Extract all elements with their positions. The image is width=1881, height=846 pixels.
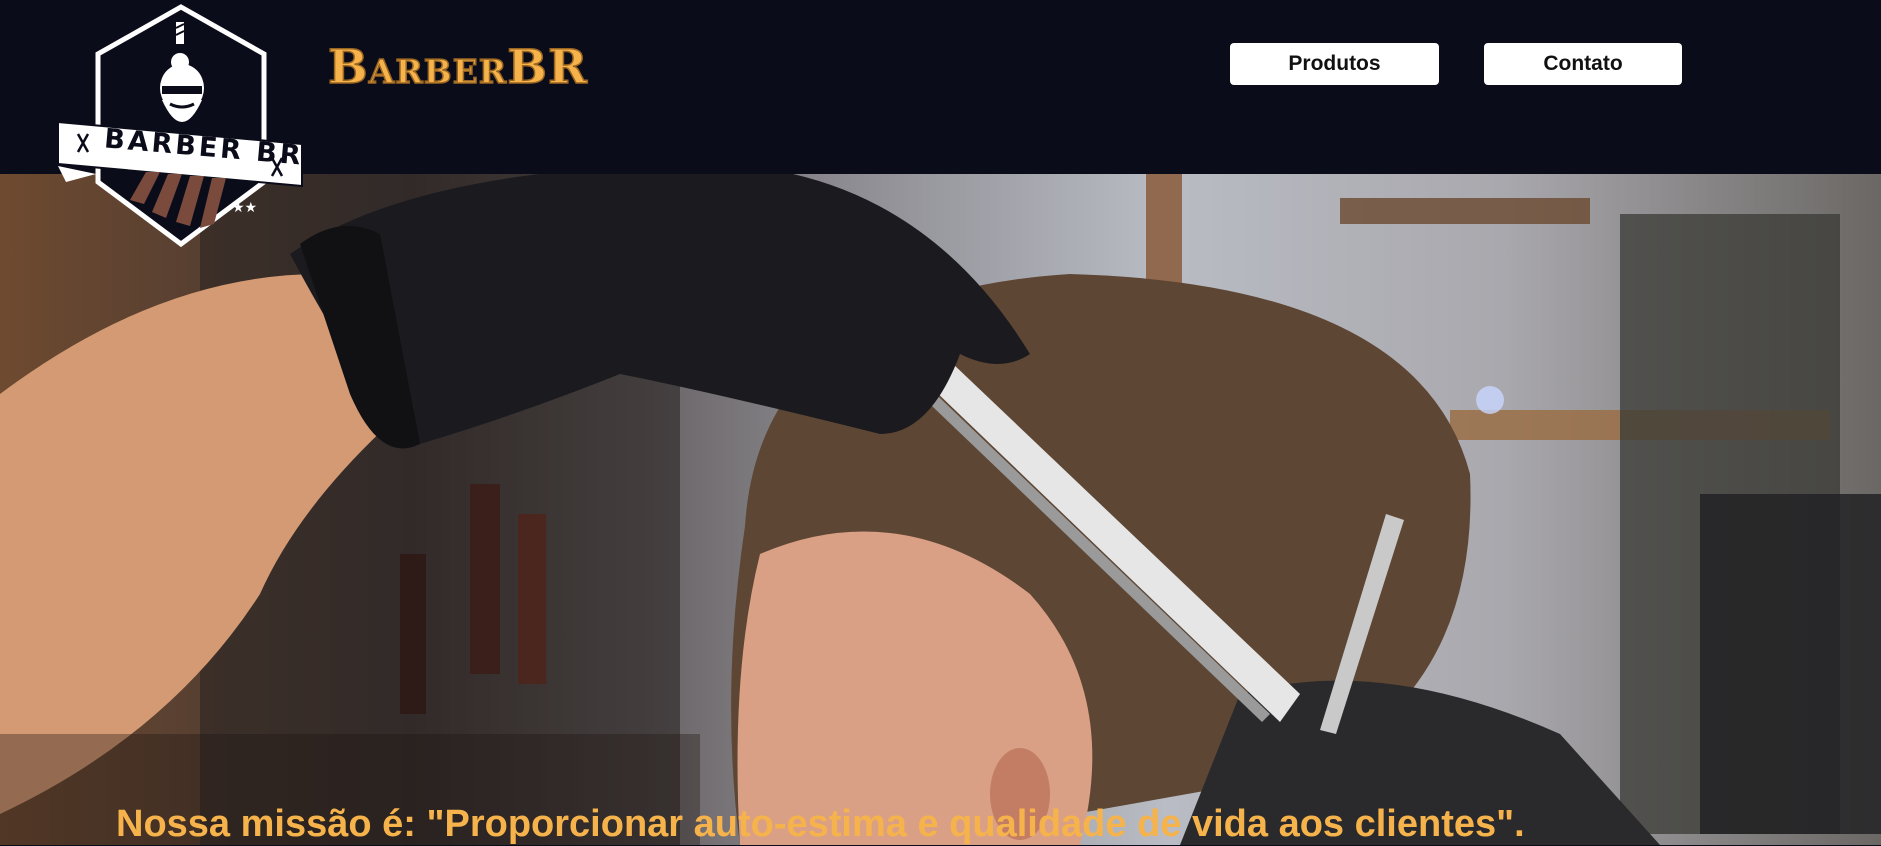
barber-photo-illustration — [0, 174, 1881, 845]
nav-contato-button[interactable]: Contato — [1484, 43, 1682, 85]
barber-logo-icon: ★★ — [57, 4, 303, 248]
logo-badge[interactable]: ★★ BARBER BR — [56, 4, 306, 249]
hero-image — [0, 174, 1881, 845]
svg-text:★★: ★★ — [232, 200, 257, 216]
brand-name[interactable]: BarberBR — [327, 39, 588, 96]
nav-produtos-button[interactable]: Produtos — [1230, 43, 1439, 85]
mission-statement: Nossa missão é: "Proporcionar auto-estim… — [116, 803, 1525, 845]
